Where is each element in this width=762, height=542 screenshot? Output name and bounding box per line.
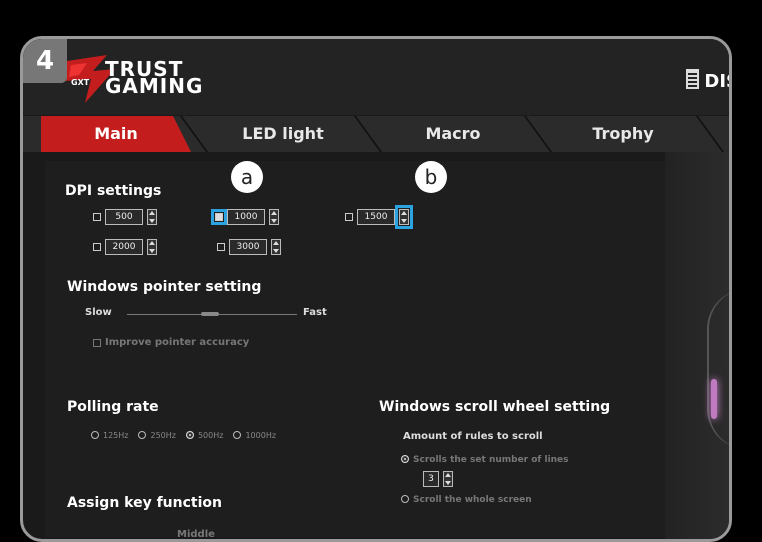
callout-b: b [415,161,447,193]
polling-option-500[interactable]: 500Hz [185,431,223,440]
tab-macro[interactable]: Macro [373,116,533,152]
slider-slow-label: Slow [85,307,112,318]
dpi-value-field[interactable]: 3000 [229,239,267,255]
polling-rate-title: Polling rate [67,399,159,415]
slider-handle[interactable] [201,312,219,316]
dpi-checkbox[interactable] [93,213,101,221]
dpi-settings-title: DPI settings [65,183,162,199]
tab-trophy[interactable]: Trophy [543,116,703,152]
dpi-spinner-icon[interactable] [269,209,279,225]
dpi-item-2000: 2000 [93,239,157,255]
callout-a: a [231,161,263,193]
app-window: 4 GXT TRUST GAMING DIS Main LED light Ma… [20,36,732,542]
mouse-outline [707,289,729,449]
scroll-lines-stepper: 3 [423,471,453,487]
dpi-value-field[interactable]: 1500 [357,209,395,225]
dpi-spinner-icon[interactable] [147,239,157,255]
assign-partial-label: Middle [177,529,215,540]
dpi-checkbox[interactable] [93,243,101,251]
radio-icon [138,431,147,439]
scroll-lines-field[interactable]: 3 [423,471,439,487]
tab-main[interactable]: Main [41,116,191,152]
radio-icon [233,431,242,439]
tab-led-light[interactable]: LED light [203,116,363,152]
polling-rate-options: 125Hz 250Hz 500Hz 1000Hz [91,431,276,440]
mouse-led-glow [711,379,717,419]
scroll-wheel-title: Windows scroll wheel setting [379,399,611,415]
pointer-setting-title: Windows pointer setting [67,279,262,295]
scroll-spinner-icon[interactable] [443,471,453,487]
step-number-badge: 4 [23,39,67,83]
battery-icon [686,69,700,89]
radio-selected-icon [185,431,194,439]
scroll-lines-option[interactable]: Scrolls the set number of lines [401,455,569,465]
header-right-label: DIS [686,69,729,92]
dpi-item-1000: 1000 [211,209,279,225]
accuracy-label: Improve pointer accuracy [105,337,250,348]
scroll-amount-label: Amount of rules to scroll [403,431,543,442]
dpi-item-500: 500 [93,209,157,225]
radio-icon [91,431,99,439]
radio-icon [401,495,409,503]
dpi-checkbox[interactable] [217,243,225,251]
brand-line-2: GAMING [105,74,204,98]
scroll-screen-option[interactable]: Scroll the whole screen [401,495,532,505]
polling-option-250[interactable]: 250Hz [138,431,176,440]
dpi-item-1500: 1500 [345,205,413,229]
dpi-value-field[interactable]: 500 [105,209,143,225]
dpi-checkbox[interactable] [211,209,227,225]
polling-option-125[interactable]: 125Hz [91,431,128,440]
app-header: GXT TRUST GAMING DIS [23,39,729,115]
polling-option-1000[interactable]: 1000Hz [233,431,276,440]
accuracy-checkbox[interactable] [93,338,101,347]
dpi-spinner-icon[interactable] [271,239,281,255]
slider-fast-label: Fast [303,307,327,318]
radio-selected-icon [401,455,409,463]
svg-text:GXT: GXT [71,78,90,87]
dpi-item-3000: 3000 [217,239,281,255]
dpi-spinner-icon[interactable] [395,205,413,229]
main-tab-bar: Main LED light Macro Trophy [23,116,729,152]
pointer-accuracy-option[interactable]: Improve pointer accuracy [93,337,249,348]
dpi-checkbox[interactable] [345,213,353,221]
brand-name: TRUST GAMING [105,59,204,98]
assign-key-title: Assign key function [67,495,222,511]
dpi-value-field[interactable]: 1000 [227,209,265,225]
dpi-spinner-icon[interactable] [147,209,157,225]
dpi-value-field[interactable]: 2000 [105,239,143,255]
main-settings-panel: DPI settings 500 1000 1500 2000 3000 a b [45,161,665,540]
